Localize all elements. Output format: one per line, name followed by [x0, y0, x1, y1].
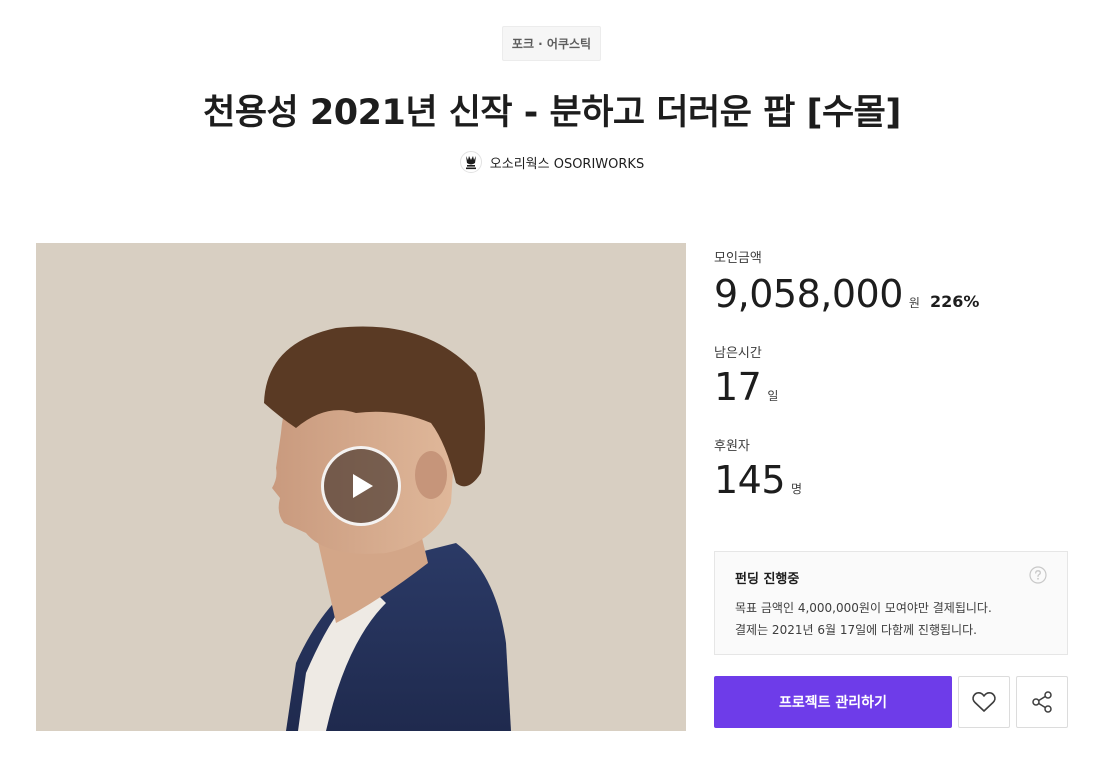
raised-amount: 9,058,000 원 226% — [714, 272, 979, 316]
play-button[interactable] — [321, 446, 401, 526]
share-button[interactable] — [1016, 676, 1068, 728]
remaining-value: 17 — [714, 365, 762, 409]
raised-value: 9,058,000 — [714, 272, 903, 316]
play-icon — [353, 474, 373, 498]
backers-unit: 명 — [791, 482, 803, 496]
backers-value: 145 — [714, 458, 786, 502]
remaining-time: 17 일 — [714, 365, 778, 409]
raised-percent: 226% — [929, 292, 980, 311]
creator-name: 오소리웍스 OSORIWORKS — [489, 156, 645, 172]
share-icon — [1032, 691, 1052, 713]
funding-status-notice: 펀딩 진행중 목표 금액인 4,000,000원이 모여야만 결제됩니다. 결제… — [714, 551, 1068, 655]
notice-goal-text: 목표 금액인 4,000,000원이 모여야만 결제됩니다. — [735, 601, 992, 615]
remaining-unit: 일 — [767, 389, 779, 403]
badger-logo-icon — [459, 151, 482, 173]
project-title: 천용성 2021년 신작 - 분하고 더러운 팝 [수몰] — [203, 93, 901, 133]
manage-project-button[interactable]: 프로젝트 관리하기 — [714, 676, 952, 728]
heart-icon — [972, 691, 996, 712]
backers-count: 145 명 — [714, 458, 802, 502]
category-tag[interactable]: 포크 · 어쿠스틱 — [502, 26, 601, 61]
like-button[interactable] — [958, 676, 1010, 728]
raised-unit: 원 — [908, 296, 920, 310]
raised-label: 모인금액 — [714, 251, 762, 266]
question-icon[interactable] — [1029, 566, 1047, 584]
backers-label: 후원자 — [714, 439, 750, 454]
notice-payment-date-text: 결제는 2021년 6월 17일에 다함께 진행됩니다. — [735, 623, 977, 637]
notice-title: 펀딩 진행중 — [735, 572, 800, 587]
creator-link[interactable]: 오소리웍스 OSORIWORKS — [0, 150, 1104, 174]
remaining-label: 남은시간 — [714, 346, 762, 361]
